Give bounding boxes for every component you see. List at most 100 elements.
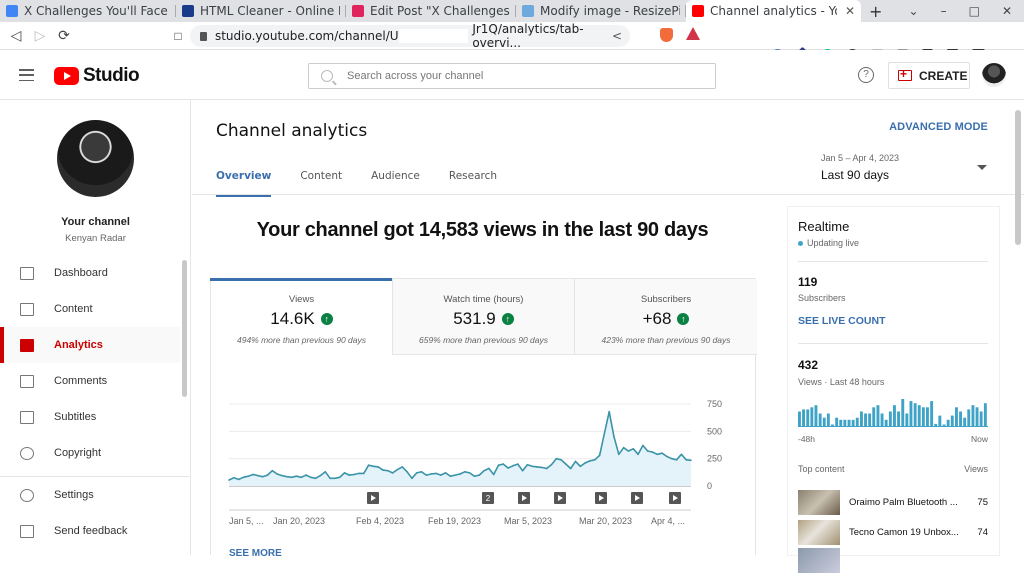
create-button[interactable]: CREATE [888,62,970,89]
realtime-hour-bar[interactable] [980,412,983,427]
sidebar-item-content[interactable]: Content [0,291,180,327]
realtime-hour-bar[interactable] [976,407,979,426]
realtime-hour-bar[interactable] [860,412,863,427]
browser-tab[interactable]: Edit Post "X Challenges You' [346,0,516,22]
realtime-hour-bar[interactable] [897,412,900,427]
video-publish-marker[interactable] [554,492,566,504]
help-icon[interactable]: ? [858,67,874,83]
realtime-hour-bar[interactable] [889,412,892,427]
sidebar-item-copyright[interactable]: Copyright [0,435,180,471]
realtime-hour-bar[interactable] [963,418,966,426]
bookmark-icon[interactable]: □ [166,29,190,43]
realtime-hour-bar[interactable] [843,420,846,426]
realtime-hour-bar[interactable] [806,409,809,426]
realtime-hour-bar[interactable] [798,412,801,427]
realtime-hour-bar[interactable] [914,403,917,426]
realtime-hour-bar[interactable] [947,420,950,426]
tab-audience[interactable]: Audience [371,170,420,194]
account-avatar[interactable] [982,63,1006,87]
realtime-hour-bar[interactable] [901,399,904,426]
realtime-hour-bar[interactable] [802,409,805,426]
browser-tab[interactable]: Channel analytics - YouT✕ [686,0,861,22]
share-icon[interactable]: < [612,29,622,43]
page-scrollbar[interactable] [1015,110,1021,245]
realtime-hour-bar[interactable] [827,414,830,427]
video-publish-marker[interactable] [518,492,530,504]
tab-content[interactable]: Content [300,170,342,194]
realtime-hour-bar[interactable] [877,405,880,426]
top-content-item[interactable]: Oraimo Palm Bluetooth ...75 [798,489,988,515]
realtime-hour-bar[interactable] [856,418,859,426]
realtime-hour-bar[interactable] [926,407,929,426]
new-tab-button[interactable]: + [869,2,882,21]
realtime-hour-bar[interactable] [951,416,954,426]
sidebar-item-analytics[interactable]: Analytics [0,327,180,363]
realtime-hour-bar[interactable] [967,409,970,426]
realtime-hour-bar[interactable] [918,405,921,426]
reload-button[interactable]: ⟳ [52,27,76,44]
realtime-hour-bar[interactable] [881,414,884,427]
address-bar[interactable]: studio.youtube.com/channel/U Jr1Q/analyt… [190,25,630,47]
browser-tab[interactable]: Modify image - ResizePixel [516,0,686,22]
minimize-icon[interactable]: – [941,4,947,18]
realtime-hour-bar[interactable] [938,416,941,426]
youtube-studio-logo[interactable]: Studio [54,65,139,87]
realtime-hour-bar[interactable] [823,418,826,426]
video-publish-marker[interactable] [631,492,643,504]
back-button[interactable]: ◁ [4,27,28,44]
close-window-icon[interactable]: ✕ [1002,4,1012,18]
realtime-hour-bar[interactable] [819,414,822,427]
realtime-hour-bar[interactable] [864,414,867,427]
video-publish-marker[interactable] [367,492,379,504]
realtime-hour-bar[interactable] [984,403,987,426]
see-more-link[interactable]: SEE MORE [229,548,282,559]
realtime-hour-bar[interactable] [910,401,913,426]
brave-shield-icon[interactable] [660,28,673,42]
realtime-hour-bar[interactable] [943,425,946,427]
realtime-hour-bar[interactable] [810,407,813,426]
brave-rewards-icon[interactable] [686,27,700,40]
date-range-selector[interactable]: Jan 5 – Apr 4, 2023 Last 90 days [821,153,899,182]
advanced-mode-button[interactable]: ADVANCED MODE [889,121,988,133]
browser-tab[interactable]: HTML Cleaner - Online Beau [176,0,346,22]
tab-overview[interactable]: Overview [216,170,271,194]
realtime-hour-bar[interactable] [848,420,851,426]
browser-tab[interactable]: X Challenges You'll Face Whe [0,0,176,22]
realtime-hour-bar[interactable] [934,424,937,426]
realtime-hour-bar[interactable] [955,407,958,426]
realtime-hour-bar[interactable] [815,405,818,426]
sidebar-item-subtitles[interactable]: Subtitles [0,399,180,435]
dropdown-caret-icon[interactable] [977,165,987,170]
sidebar-item-settings[interactable]: Settings [0,477,180,513]
realtime-hour-bar[interactable] [905,414,908,427]
sidebar-item-comments[interactable]: Comments [0,363,180,399]
close-tab-icon[interactable]: ✕ [845,4,855,18]
realtime-hour-bar[interactable] [872,407,875,426]
forward-button[interactable]: ▷ [28,27,52,44]
video-publish-marker[interactable] [669,492,681,504]
sidebar-scrollbar[interactable] [182,260,187,397]
top-content-item[interactable] [798,547,988,573]
realtime-hour-bar[interactable] [893,405,896,426]
realtime-hour-bar[interactable] [972,405,975,426]
realtime-hour-bar[interactable] [922,407,925,426]
realtime-hour-bar[interactable] [885,420,888,426]
video-publish-marker[interactable]: 2 [482,492,494,504]
realtime-hour-bar[interactable] [852,420,855,426]
sidebar-item-send-feedback[interactable]: Send feedback [0,513,180,549]
realtime-hour-bar[interactable] [959,412,962,427]
maximize-icon[interactable]: □ [969,4,980,18]
hamburger-menu-icon[interactable] [19,69,34,81]
video-publish-marker[interactable] [595,492,607,504]
realtime-hour-bar[interactable] [930,401,933,426]
sidebar-item-dashboard[interactable]: Dashboard [0,255,180,291]
channel-avatar[interactable] [57,120,134,197]
realtime-hour-bar[interactable] [868,414,871,427]
see-live-count-link[interactable]: SEE LIVE COUNT [798,315,886,327]
top-content-item[interactable]: Tecno Camon 19 Unbox...74 [798,519,988,545]
tab-list-icon[interactable]: ⌄ [909,4,919,18]
realtime-hour-bar[interactable] [831,425,834,427]
realtime-hour-bar[interactable] [839,420,842,426]
tab-research[interactable]: Research [449,170,497,194]
realtime-hour-bar[interactable] [835,418,838,426]
